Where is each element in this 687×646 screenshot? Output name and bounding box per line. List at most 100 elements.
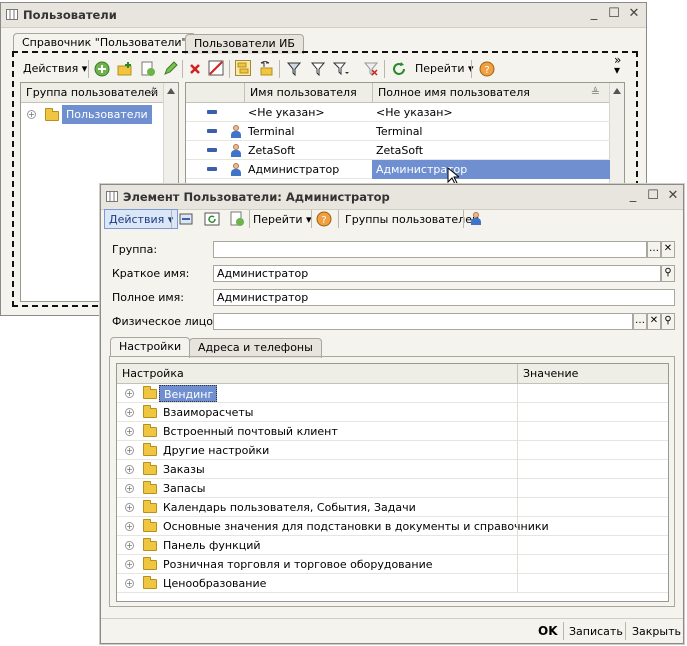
column-header-setting[interactable]: Настройка — [117, 364, 517, 384]
actions-menu[interactable]: Действия ▾ — [104, 209, 179, 229]
setting-value[interactable] — [517, 517, 668, 536]
expand-icon[interactable]: + — [27, 110, 36, 119]
column-header-name[interactable]: Имя пользователя — [244, 83, 372, 103]
close-button[interactable]: Закрыть — [632, 625, 681, 638]
expand-icon[interactable]: + — [125, 560, 134, 569]
expand-icon[interactable]: + — [125, 389, 134, 398]
hierarchy-icon[interactable] — [235, 60, 251, 76]
settings-row[interactable]: + Панель функций — [117, 536, 668, 555]
item-icon — [207, 129, 217, 133]
settings-row[interactable]: + Ценообразование — [117, 574, 668, 593]
close-icon[interactable]: ✕ — [666, 189, 680, 203]
search-icon[interactable]: ⚲ — [661, 313, 675, 330]
clear-icon[interactable]: ✕ — [661, 241, 675, 258]
user-icon[interactable] — [470, 212, 482, 225]
filter-menu-icon[interactable] — [333, 61, 349, 77]
tab-catalog-users[interactable]: Справочник "Пользователи" — [13, 33, 196, 53]
select-button[interactable]: … — [633, 313, 647, 330]
column-header-value[interactable]: Значение — [517, 364, 668, 384]
level-up-icon[interactable] — [258, 61, 274, 77]
help-icon[interactable]: ? — [479, 61, 495, 77]
settings-row[interactable]: + Календарь пользователя, События, Задачи — [117, 498, 668, 517]
tree-item-users[interactable]: Пользователи — [62, 105, 152, 124]
add-folder-icon[interactable] — [117, 61, 133, 77]
short-name-field[interactable]: Администратор — [213, 265, 661, 282]
column-header-fullname[interactable]: Полное имя пользователя ≜ — [372, 83, 610, 103]
setting-value[interactable] — [517, 555, 668, 574]
close-icon[interactable]: ✕ — [627, 7, 641, 21]
ok-button[interactable]: OK — [538, 624, 558, 638]
setting-value[interactable] — [517, 574, 668, 593]
actions-menu[interactable]: Действия ▾ — [23, 62, 87, 75]
settings-row[interactable]: + Заказы — [117, 460, 668, 479]
setting-value[interactable] — [517, 384, 668, 403]
expand-icon[interactable]: + — [125, 484, 134, 493]
user-groups-button[interactable]: Группы пользователей — [345, 213, 479, 226]
setting-value[interactable] — [517, 498, 668, 517]
save-button[interactable]: Записать — [569, 625, 623, 638]
list-mode-icon[interactable] — [286, 61, 302, 77]
tab-settings[interactable]: Настройки — [110, 337, 191, 357]
clear-filter-icon[interactable] — [363, 61, 379, 77]
settings-row[interactable]: + Встроенный почтовый клиент — [117, 422, 668, 441]
table-row[interactable]: Terminal Terminal — [186, 122, 610, 141]
group-tree-header[interactable]: Группа пользователей ≜ — [21, 83, 164, 103]
minimize-icon[interactable]: _ — [587, 7, 601, 21]
window-title: Элемент Пользователи: Администратор — [123, 190, 390, 204]
tab-ib-users[interactable]: Пользователи ИБ — [185, 34, 304, 54]
group-field[interactable] — [213, 241, 647, 258]
refresh-icon[interactable] — [391, 61, 407, 77]
person-field[interactable] — [213, 313, 633, 330]
tab-addresses[interactable]: Адреса и телефоны — [189, 338, 322, 358]
expand-icon[interactable]: + — [125, 503, 134, 512]
folder-icon — [143, 538, 157, 551]
select-button[interactable]: … — [647, 241, 661, 258]
settings-row[interactable]: + Основные значения для подстановки в док… — [117, 517, 668, 536]
edit-icon[interactable] — [162, 61, 178, 77]
add-icon[interactable] — [94, 61, 110, 77]
setting-value[interactable] — [517, 422, 668, 441]
maximize-icon[interactable]: ☐ — [646, 189, 660, 203]
expand-icon[interactable]: + — [125, 522, 134, 531]
settings-row[interactable]: + Запасы — [117, 479, 668, 498]
setting-value[interactable] — [517, 403, 668, 422]
expand-icon[interactable]: + — [125, 446, 134, 455]
setting-value[interactable] — [517, 479, 668, 498]
help-icon[interactable]: ? — [316, 211, 332, 227]
expand-icon[interactable]: + — [125, 541, 134, 550]
settings-row[interactable]: + Другие настройки — [117, 441, 668, 460]
expand-icon[interactable]: + — [125, 579, 134, 588]
mark-delete-icon[interactable] — [208, 60, 224, 76]
setting-label: Заказы — [163, 463, 205, 476]
settings-row[interactable]: + Взаиморасчеты — [117, 403, 668, 422]
full-name-field[interactable]: Администратор — [213, 289, 675, 306]
search-icon[interactable]: ⚲ — [661, 265, 675, 282]
copy-icon[interactable] — [229, 211, 245, 227]
maximize-icon[interactable]: ☐ — [607, 7, 621, 21]
table-row[interactable]: Администратор Администратор — [186, 160, 610, 179]
user-icon — [230, 125, 242, 138]
more-button[interactable]: » ▾ — [614, 54, 621, 76]
delete-icon[interactable] — [187, 61, 203, 77]
settings-row[interactable]: + Розничная торговля и торговое оборудова… — [117, 555, 668, 574]
refresh-icon[interactable] — [204, 211, 220, 227]
expand-icon[interactable]: + — [125, 465, 134, 474]
folder-icon — [143, 405, 157, 418]
expand-icon[interactable]: + — [125, 408, 134, 417]
setting-value[interactable] — [517, 441, 668, 460]
table-row[interactable]: <Не указан> <Не указан> — [186, 103, 610, 122]
expand-icon[interactable]: + — [125, 427, 134, 436]
goto-menu[interactable]: Перейти ▾ — [253, 213, 312, 226]
copy-icon[interactable] — [140, 61, 156, 77]
setting-label: Розничная торговля и торговое оборудован… — [163, 558, 433, 571]
minimize-icon[interactable]: _ — [626, 189, 640, 203]
setting-value[interactable] — [517, 460, 668, 479]
table-row[interactable]: ZetaSoft ZetaSoft — [186, 141, 610, 160]
setting-value[interactable] — [517, 536, 668, 555]
post-icon[interactable] — [178, 211, 194, 227]
settings-row[interactable]: + Вендинг — [117, 384, 668, 403]
goto-menu[interactable]: Перейти ▾ — [415, 62, 474, 75]
filter-icon[interactable] — [310, 61, 326, 77]
clear-icon[interactable]: ✕ — [647, 313, 661, 330]
mouse-cursor-icon — [447, 167, 459, 185]
